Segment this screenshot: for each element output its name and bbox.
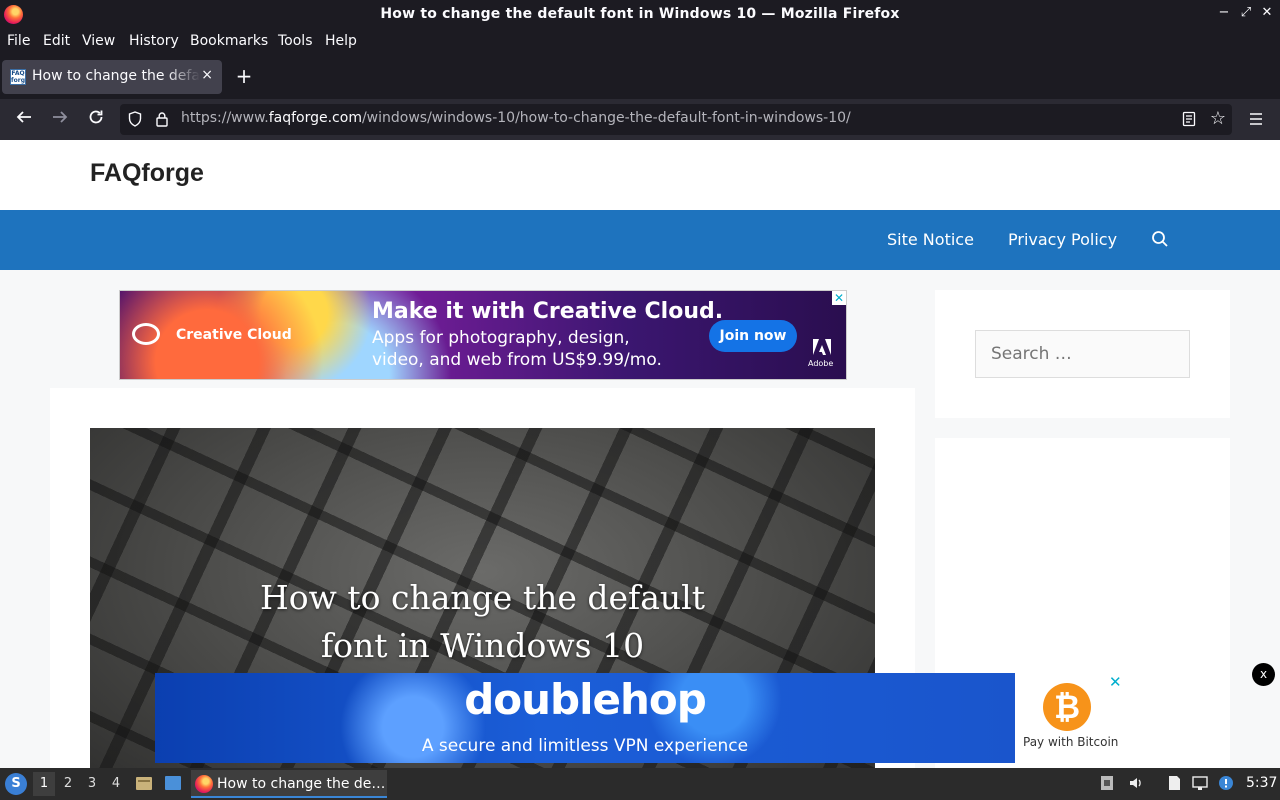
reload-icon <box>89 110 103 124</box>
minimize-button[interactable]: − <box>1215 5 1233 20</box>
taskbar-task-label: How to change the de… <box>217 776 386 792</box>
ad-vendor: Adobe <box>808 359 834 368</box>
sidebar-search-widget <box>935 290 1230 418</box>
taskbar-firefox-task[interactable]: How to change the de… <box>191 770 387 798</box>
ad-bottom-brand: doublehop <box>464 675 707 724</box>
back-button[interactable] <box>13 108 35 130</box>
firefox-icon <box>195 775 213 793</box>
url-text[interactable]: https://www.faqforge.com/windows/windows… <box>181 110 851 126</box>
tracking-protection-shield-icon[interactable] <box>128 111 142 127</box>
system-taskbar: S 1 2 3 4 How to change the de… 5:37 <box>0 768 1280 800</box>
start-menu-button[interactable]: S <box>5 773 27 795</box>
hero-title: How to change the default font in Window… <box>90 574 875 670</box>
creative-cloud-logo-icon <box>132 323 160 345</box>
ad-subline: Apps for photography, design, video, and… <box>372 328 662 370</box>
bitcoin-ad-panel[interactable]: ₿ Pay with Bitcoin ✕ <box>1015 673 1125 763</box>
notification-icon[interactable] <box>1218 775 1234 791</box>
bitcoin-icon: ₿ <box>1043 683 1091 731</box>
notes-tray-icon[interactable] <box>1166 775 1182 791</box>
menu-bookmarks[interactable]: Bookmarks <box>190 33 268 49</box>
network-icon[interactable] <box>1192 775 1208 791</box>
reload-button[interactable] <box>85 108 107 130</box>
ad-headline: Make it with Creative Cloud. <box>372 299 724 324</box>
file-manager-icon[interactable] <box>135 775 153 791</box>
ad-close-icon[interactable]: ✕ <box>1109 673 1122 691</box>
tab-close-icon[interactable]: × <box>201 67 213 83</box>
tab-bar: FAQ forge How to change the default font… <box>0 55 1280 99</box>
window-title: How to change the default font in Window… <box>380 6 900 22</box>
reader-view-icon[interactable] <box>1182 111 1196 127</box>
web-page: FAQforge Site Notice Privacy Policy Crea… <box>0 140 1280 768</box>
workspace-4[interactable]: 4 <box>105 772 127 796</box>
address-bar[interactable]: https://www.faqforge.com/windows/windows… <box>120 104 1232 135</box>
ad-bottom-tagline: A secure and limitless VPN experience <box>421 736 749 756</box>
site-title-link[interactable]: FAQforge <box>90 159 204 188</box>
workspace-3[interactable]: 3 <box>81 772 103 796</box>
url-domain: faqforge.com <box>268 110 362 126</box>
forward-arrow-icon <box>53 111 68 123</box>
menu-tools[interactable]: Tools <box>278 33 313 49</box>
hero-title-line-2: font in Windows 10 <box>320 626 645 665</box>
nav-site-notice[interactable]: Site Notice <box>887 230 974 249</box>
tab-title: How to change the default font in Window… <box>32 68 200 84</box>
doublehop-ad-banner[interactable]: doublehop A secure and limitless VPN exp… <box>155 673 1015 763</box>
ad-join-now-button[interactable]: Join now <box>709 320 797 352</box>
menu-history[interactable]: History <box>129 33 179 49</box>
navigation-toolbar: https://www.faqforge.com/windows/windows… <box>0 99 1280 140</box>
ad-brand: Creative Cloud <box>176 327 292 343</box>
site-header: FAQforge <box>0 140 1280 210</box>
search-icon[interactable] <box>1151 230 1169 248</box>
workspace-2[interactable]: 2 <box>57 772 79 796</box>
close-window-button[interactable]: ✕ <box>1258 5 1276 20</box>
menu-help[interactable]: Help <box>325 33 357 49</box>
menu-file[interactable]: File <box>7 33 30 49</box>
forward-button[interactable] <box>49 108 71 130</box>
bookmark-star-icon[interactable]: ☆ <box>1210 108 1226 129</box>
volume-icon[interactable] <box>1128 775 1144 791</box>
maximize-button[interactable]: ⤢ <box>1237 5 1255 20</box>
adobe-logo-icon <box>813 339 831 355</box>
back-arrow-icon <box>16 111 31 123</box>
show-desktop-icon[interactable] <box>164 775 182 791</box>
nav-privacy-policy[interactable]: Privacy Policy <box>1008 230 1117 249</box>
url-prefix: https://www. <box>181 110 269 126</box>
tab-active[interactable]: FAQ forge How to change the default font… <box>2 60 222 94</box>
lock-icon[interactable] <box>155 111 169 127</box>
workspace-1[interactable]: 1 <box>33 772 55 796</box>
site-navigation: Site Notice Privacy Policy <box>0 210 1280 270</box>
new-tab-button[interactable]: + <box>234 65 254 87</box>
clock: 5:37 <box>1246 775 1278 791</box>
menubar: File Edit View History Bookmarks Tools H… <box>0 29 1280 55</box>
creative-cloud-ad-banner[interactable]: Creative Cloud Make it with Creative Clo… <box>119 290 847 380</box>
hero-title-line-1: How to change the default <box>260 578 705 617</box>
pay-with-bitcoin-text: Pay with Bitcoin <box>1023 735 1119 749</box>
window-titlebar: How to change the default font in Window… <box>0 0 1280 29</box>
hamburger-menu-icon[interactable] <box>1246 108 1266 130</box>
sticky-ad-close-button[interactable]: x <box>1252 663 1275 686</box>
faqforge-favicon-icon: FAQ forge <box>10 69 26 85</box>
menu-edit[interactable]: Edit <box>43 33 70 49</box>
url-path: /windows/windows-10/how-to-change-the-de… <box>361 110 851 126</box>
sidebar-search-input[interactable] <box>975 330 1190 378</box>
menu-view[interactable]: View <box>82 33 115 49</box>
adchoices-close-icon[interactable]: ✕ <box>832 291 846 305</box>
clipboard-tray-icon[interactable] <box>1099 775 1115 791</box>
